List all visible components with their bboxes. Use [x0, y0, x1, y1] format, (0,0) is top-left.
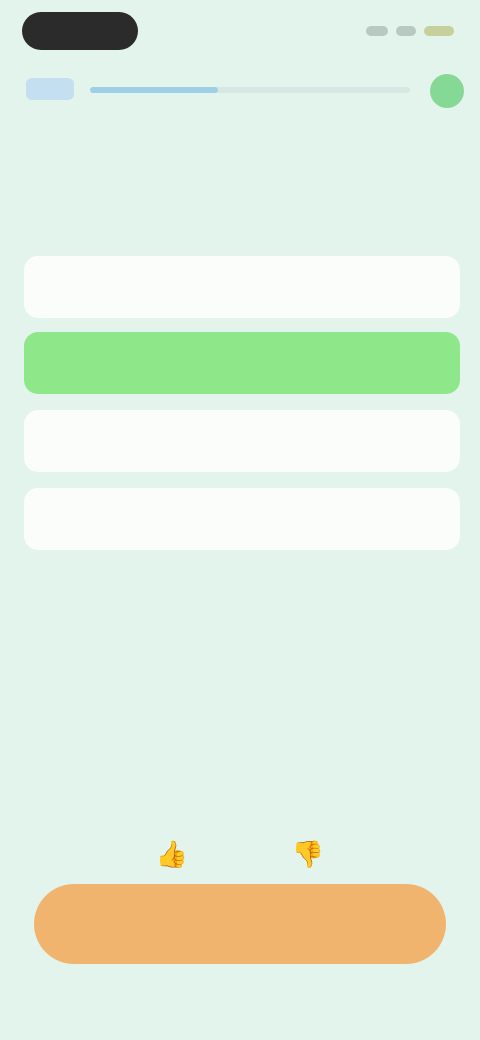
status-time	[22, 12, 138, 50]
back-button[interactable]	[26, 78, 74, 100]
status-icons	[364, 22, 454, 40]
signal-icon	[366, 26, 388, 36]
progress-fill	[90, 87, 218, 93]
progress-bar	[90, 87, 410, 93]
status-bar	[0, 0, 480, 64]
battery-icon	[424, 26, 454, 36]
lesson-screen: 👍 👎	[0, 0, 480, 1040]
answer-option-2[interactable]	[24, 332, 460, 394]
wifi-icon	[396, 26, 416, 36]
lesson-header	[0, 72, 480, 112]
answer-option-3[interactable]	[24, 410, 460, 472]
feedback-row: 👍 👎	[150, 832, 330, 876]
thumbs-down-icon[interactable]: 👎	[286, 832, 330, 876]
help-icon[interactable]	[430, 74, 464, 108]
continue-button[interactable]	[34, 884, 446, 964]
thumbs-up-icon[interactable]: 👍	[150, 832, 194, 876]
answer-option-1[interactable]	[24, 256, 460, 318]
answer-option-4[interactable]	[24, 488, 460, 550]
